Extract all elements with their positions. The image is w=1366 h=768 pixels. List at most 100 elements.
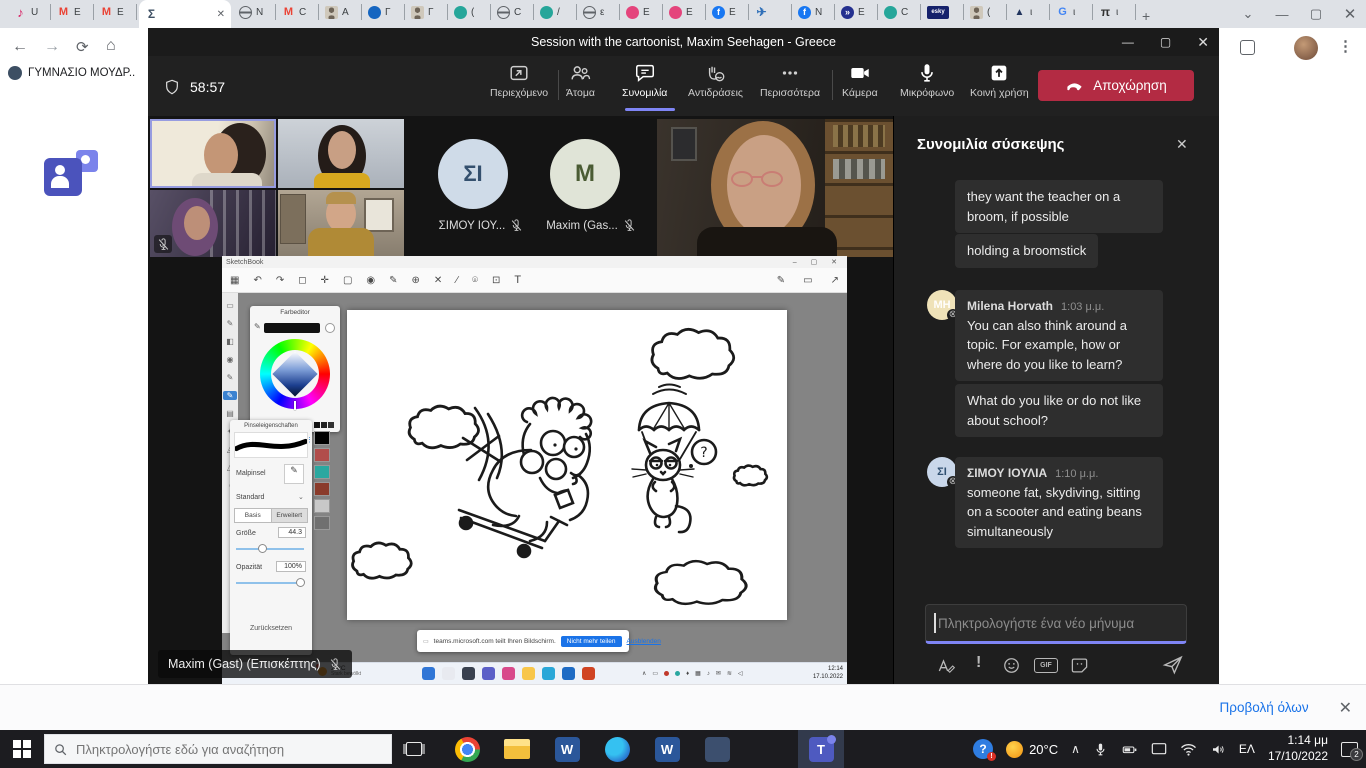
lasso-icon[interactable]: ⌾ [472, 275, 478, 286]
select-icon[interactable]: ◻ [298, 275, 306, 286]
symmetry-icon[interactable]: ✕ [434, 275, 442, 286]
chevron-up-icon[interactable]: ∧ [642, 670, 646, 677]
tray-icon[interactable]: ▭ [652, 670, 658, 677]
tab-close-icon[interactable]: ✕ [217, 9, 225, 20]
toolbar-chat-button[interactable]: Συνομιλία [622, 62, 667, 99]
tray-mic-icon[interactable] [1093, 742, 1108, 757]
shared-app-start-icon[interactable] [422, 667, 435, 680]
tab[interactable]: E [663, 4, 706, 20]
sticker-icon[interactable] [1070, 656, 1089, 675]
tray-battery-icon[interactable] [1121, 742, 1138, 757]
shared-clock[interactable]: 12:14 17.10.2022 [813, 666, 843, 682]
hide-share-bar-link[interactable]: Ausblenden [627, 638, 661, 645]
fullscreen-icon[interactable]: ↗ [831, 275, 839, 286]
tab[interactable]: MΕ [94, 4, 137, 20]
chat-input-box[interactable] [925, 604, 1187, 644]
size-value[interactable]: 44.3 [278, 527, 306, 538]
toolbar-share-button[interactable]: Κοινή χρήση [970, 62, 1029, 99]
profile-avatar[interactable] [1294, 36, 1318, 60]
color-swatch-column[interactable] [314, 422, 336, 530]
toolbar-people-button[interactable]: Άτομα [566, 62, 595, 99]
color-wheel[interactable] [260, 339, 330, 409]
tab[interactable]: Γ [405, 4, 448, 20]
webcam-tile-large[interactable] [657, 119, 893, 257]
color-swatch[interactable] [314, 431, 330, 445]
tab[interactable]: C [491, 4, 534, 20]
extensions-icon[interactable] [1240, 40, 1255, 55]
shared-app-outlook-icon[interactable] [562, 667, 575, 680]
browser-maximize-button[interactable]: ▢ [1306, 6, 1326, 22]
mini-swatch[interactable] [321, 422, 327, 428]
show-all-downloads-link[interactable]: Προβολή όλων [1220, 700, 1309, 715]
canvas-icon[interactable]: ▭ [803, 275, 812, 286]
reset-button[interactable]: Zurücksetzen [230, 625, 312, 632]
tab[interactable]: / [534, 4, 577, 20]
color-swatch[interactable] [314, 465, 330, 479]
shared-app-chat-icon[interactable] [482, 667, 495, 680]
tab-advanced[interactable]: Erweitert [272, 508, 309, 523]
tab[interactable]: ✈ [749, 4, 792, 20]
color-swatch[interactable] [314, 482, 330, 496]
gif-icon[interactable]: GIF [1034, 658, 1058, 673]
tab[interactable]: »E [835, 4, 878, 20]
priority-icon[interactable]: ! [976, 654, 981, 672]
undo-icon[interactable]: ↶ [253, 275, 261, 286]
webcam-tile-1-active-speaker[interactable] [150, 119, 276, 188]
taskbar-app-edge[interactable] [592, 730, 642, 768]
opacity-value[interactable]: 100% [276, 561, 306, 572]
line-icon[interactable]: ∕ [456, 275, 458, 286]
shape-icon[interactable]: ▢ [343, 275, 352, 286]
leave-button[interactable]: Αποχώρηση [1038, 70, 1194, 101]
taskbar-search-input[interactable] [76, 742, 366, 757]
tab[interactable]: ♪U [8, 4, 51, 20]
tool-icon[interactable]: ◧ [226, 337, 234, 346]
toolbar-mic-button[interactable]: Μικρόφωνο [900, 62, 954, 99]
toolbar-more-button[interactable]: Περισσότερα [760, 62, 820, 99]
drag-dots-icon[interactable]: ⋮ [306, 436, 313, 444]
chat-message-group[interactable]: ΣΙΜΟΥ ΙΟΥΛΙΑ1:10 μ.μ. someone fat, skydi… [955, 457, 1163, 548]
taskbar-app-teams-active[interactable]: T [798, 730, 844, 768]
tab-search-chevron-icon[interactable]: ⌄ [1238, 6, 1258, 22]
shared-app-edge-icon[interactable] [542, 667, 555, 680]
chat-message[interactable]: holding a broomstick [955, 234, 1098, 268]
tab[interactable]: fN [792, 4, 835, 20]
eyedropper-icon[interactable]: ✎ [254, 322, 261, 331]
bookmark-item[interactable]: ΓΥΜΝΑΣΙΟ ΜΟΥΔΡ.. [8, 66, 144, 80]
shared-tray-icons[interactable]: ∧▭ ♦▦ ♪✉ ≋◁ [642, 670, 743, 677]
color-dial-icon[interactable]: ◉ [366, 275, 375, 286]
tab[interactable]: πι [1093, 4, 1136, 20]
webcam-tile-3[interactable] [150, 190, 276, 257]
tab[interactable]: MC [276, 4, 319, 20]
size-slider[interactable] [236, 548, 304, 550]
redo-icon[interactable]: ↷ [276, 275, 284, 286]
drawing-canvas[interactable]: ? [347, 310, 787, 620]
tab-active[interactable]: Σ✕ [139, 0, 231, 28]
opacity-slider-thumb[interactable] [296, 578, 305, 587]
pencil-icon[interactable]: ✎ [389, 275, 397, 286]
tab[interactable]: ME [51, 4, 94, 20]
reload-icon[interactable]: ⟳ [76, 38, 89, 56]
brush-editor-icon[interactable]: ✎ [777, 275, 785, 286]
tool-icon[interactable]: ◉ [227, 355, 234, 364]
chat-message-group[interactable]: Milena Horvath1:03 μ.μ. You can also thi… [955, 290, 1163, 381]
tool-icon[interactable]: ▤ [226, 409, 234, 418]
taskbar-app-explorer[interactable] [492, 730, 542, 768]
webcam-tile-2[interactable] [278, 119, 404, 188]
tab[interactable]: esky [921, 4, 964, 20]
tab[interactable]: Γ [362, 4, 405, 20]
web-icon[interactable]: ⊕ [412, 275, 420, 286]
mic-tray-icon[interactable]: ♪ [707, 671, 710, 677]
color-swatch[interactable] [314, 448, 330, 462]
toolbar-camera-button[interactable]: Κάμερα [842, 62, 878, 99]
sketchbook-window-controls[interactable]: – ▢ ✕ [793, 258, 843, 266]
mini-swatch[interactable] [314, 422, 320, 428]
image-icon[interactable]: ⊡ [492, 275, 500, 286]
chat-close-icon[interactable]: ✕ [1176, 136, 1188, 153]
brush-panel-tabs[interactable]: Basis Erweitert [234, 508, 308, 522]
language-indicator[interactable]: ΕΛ [1239, 742, 1255, 756]
tab-basic[interactable]: Basis [234, 508, 272, 523]
teams-minimize-button[interactable]: — [1122, 35, 1134, 49]
chat-message[interactable]: What do you like or do not like about sc… [955, 384, 1163, 437]
forward-icon[interactable]: → [44, 38, 60, 56]
tab[interactable]: ε [577, 4, 620, 20]
